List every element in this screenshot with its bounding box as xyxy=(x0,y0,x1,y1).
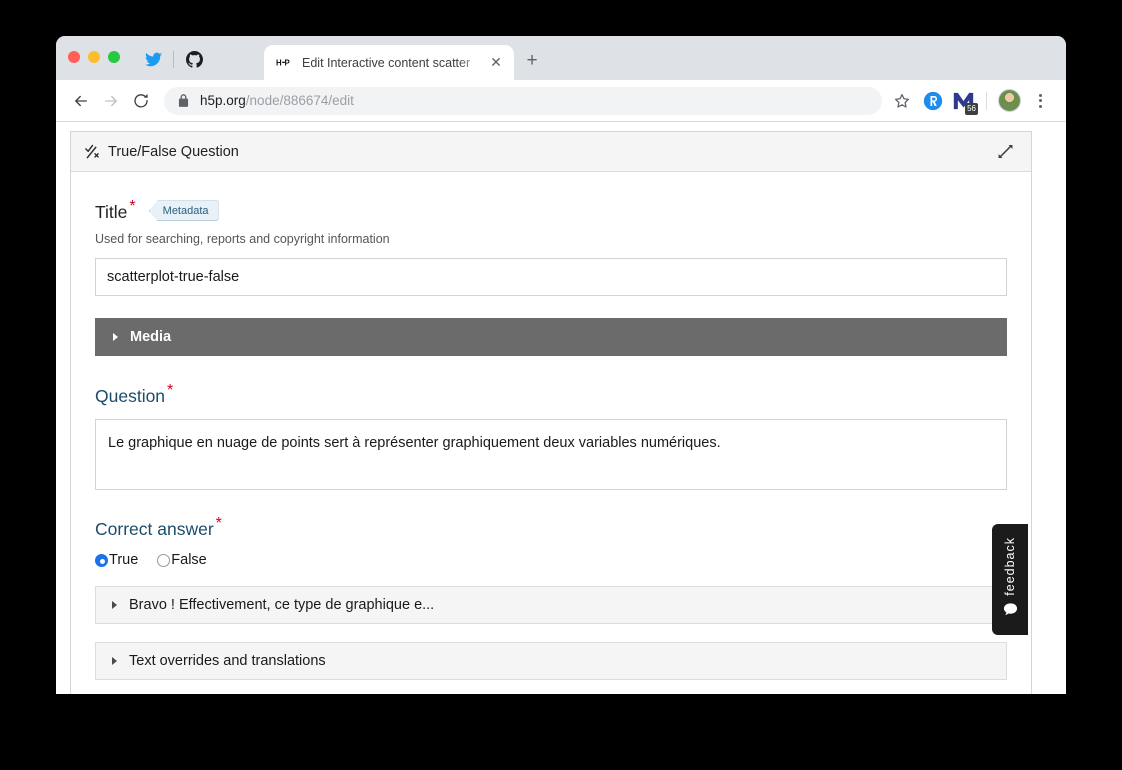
title-label-row: Title * Metadata xyxy=(95,199,1007,223)
rakuten-extension-icon[interactable] xyxy=(917,85,948,116)
browser-toolbar: h5p.org/node/886674/edit 56 xyxy=(56,80,1066,122)
correct-answer-field-group: Correct answer * True False xyxy=(95,514,1007,568)
svg-text:P: P xyxy=(285,58,290,67)
true-false-check-cross-icon xyxy=(84,143,101,160)
correct-answer-label-row: Correct answer * xyxy=(95,514,1007,540)
bookmark-star-icon[interactable] xyxy=(886,85,917,116)
accordion-text-overrides-label: Text overrides and translations xyxy=(129,653,326,670)
forward-button[interactable] xyxy=(96,86,126,116)
github-bookmark-icon[interactable] xyxy=(183,48,205,70)
back-button[interactable] xyxy=(66,86,96,116)
speech-bubble-icon xyxy=(1003,602,1018,622)
avatar[interactable] xyxy=(994,85,1025,116)
accordion-text-overrides-toggle[interactable]: Text overrides and translations xyxy=(95,642,1007,681)
media-section-toggle[interactable]: Media xyxy=(95,317,1007,356)
maximize-window-button[interactable] xyxy=(108,51,120,63)
media-section-label: Media xyxy=(130,328,172,345)
radio-true-label: True xyxy=(109,552,139,569)
radio-true-indicator[interactable] xyxy=(95,553,108,567)
question-label-row: Question * xyxy=(95,381,1007,407)
feedback-tab[interactable]: feedback xyxy=(992,524,1028,635)
h5p-editor-panel: True/False Question Title * Metadata Use… xyxy=(70,131,1032,694)
new-tab-button[interactable]: + xyxy=(518,47,546,75)
lock-icon xyxy=(178,94,189,107)
close-window-button[interactable] xyxy=(68,51,80,63)
chevron-right-icon xyxy=(112,601,117,610)
profile-avatar-image xyxy=(998,89,1021,112)
metadata-button[interactable]: Metadata xyxy=(148,200,219,222)
close-tab-icon[interactable]: ✕ xyxy=(486,53,506,73)
browser-tab[interactable]: H P Edit Interactive content scatter ✕ xyxy=(264,45,514,80)
accordion-feedback-toggle[interactable]: Bravo ! Effectivement, ce type de graphi… xyxy=(95,586,1007,625)
radio-option-false[interactable]: False xyxy=(157,552,207,569)
expand-diagonal-icon[interactable] xyxy=(993,140,1017,164)
address-bar[interactable]: h5p.org/node/886674/edit xyxy=(164,86,882,115)
browser-window: H P Edit Interactive content scatter ✕ + xyxy=(56,36,1066,694)
feedback-tab-label: feedback xyxy=(1003,536,1017,596)
title-field-group: Title * Metadata Used for searching, repo… xyxy=(95,199,1007,296)
title-field-label: Title * xyxy=(95,198,136,222)
page-viewport: True/False Question Title * Metadata Use… xyxy=(56,122,1066,694)
tab-strip: H P Edit Interactive content scatter ✕ + xyxy=(56,36,1066,80)
svg-text:H: H xyxy=(276,58,282,67)
browser-menu-button[interactable] xyxy=(1025,85,1056,116)
h5p-editor-header: True/False Question xyxy=(71,132,1031,172)
toolbar-right-group: 56 xyxy=(886,85,1056,116)
correct-answer-radio-group: True False xyxy=(95,552,1007,568)
question-field-label: Question * xyxy=(95,381,174,406)
radio-false-indicator[interactable] xyxy=(157,553,171,567)
required-marker: * xyxy=(129,198,136,215)
required-marker: * xyxy=(215,514,222,532)
minimize-window-button[interactable] xyxy=(88,51,100,63)
address-bar-url: h5p.org/node/886674/edit xyxy=(200,93,354,108)
radio-false-label: False xyxy=(171,552,207,569)
question-richtext-input[interactable]: Le graphique en nuage de points sert à r… xyxy=(95,418,1007,490)
bookmark-separator xyxy=(173,50,174,68)
kebab-menu-icon xyxy=(1039,93,1042,108)
required-marker: * xyxy=(167,381,174,399)
twitter-bookmark-icon[interactable] xyxy=(142,48,164,70)
reload-button[interactable] xyxy=(126,86,156,116)
h5p-form-body: Title * Metadata Used for searching, repo… xyxy=(71,172,1031,694)
chevron-right-icon xyxy=(112,657,117,666)
extension-badge-count: 56 xyxy=(965,103,978,115)
correct-answer-field-label: Correct answer * xyxy=(95,514,222,539)
browser-tab-title: Edit Interactive content scatter xyxy=(302,55,471,70)
h5p-editor-title: True/False Question xyxy=(108,143,239,160)
address-bar-path: /node/886674/edit xyxy=(245,93,354,108)
bookmark-bar-icons xyxy=(142,48,205,70)
accordion-feedback-label: Bravo ! Effectivement, ce type de graphi… xyxy=(129,597,435,614)
momentum-extension-icon[interactable]: 56 xyxy=(948,85,979,116)
chevron-right-icon xyxy=(113,332,118,341)
title-input[interactable] xyxy=(95,257,1007,296)
question-field-group: Question * Le graphique en nuage de point… xyxy=(95,381,1007,490)
window-traffic-lights xyxy=(68,51,120,63)
radio-option-true[interactable]: True xyxy=(95,552,138,568)
address-bar-host: h5p.org xyxy=(200,93,246,108)
toolbar-separator xyxy=(986,91,987,110)
title-field-description: Used for searching, reports and copyrigh… xyxy=(95,231,390,246)
h5p-logo-icon: H P xyxy=(276,54,293,71)
